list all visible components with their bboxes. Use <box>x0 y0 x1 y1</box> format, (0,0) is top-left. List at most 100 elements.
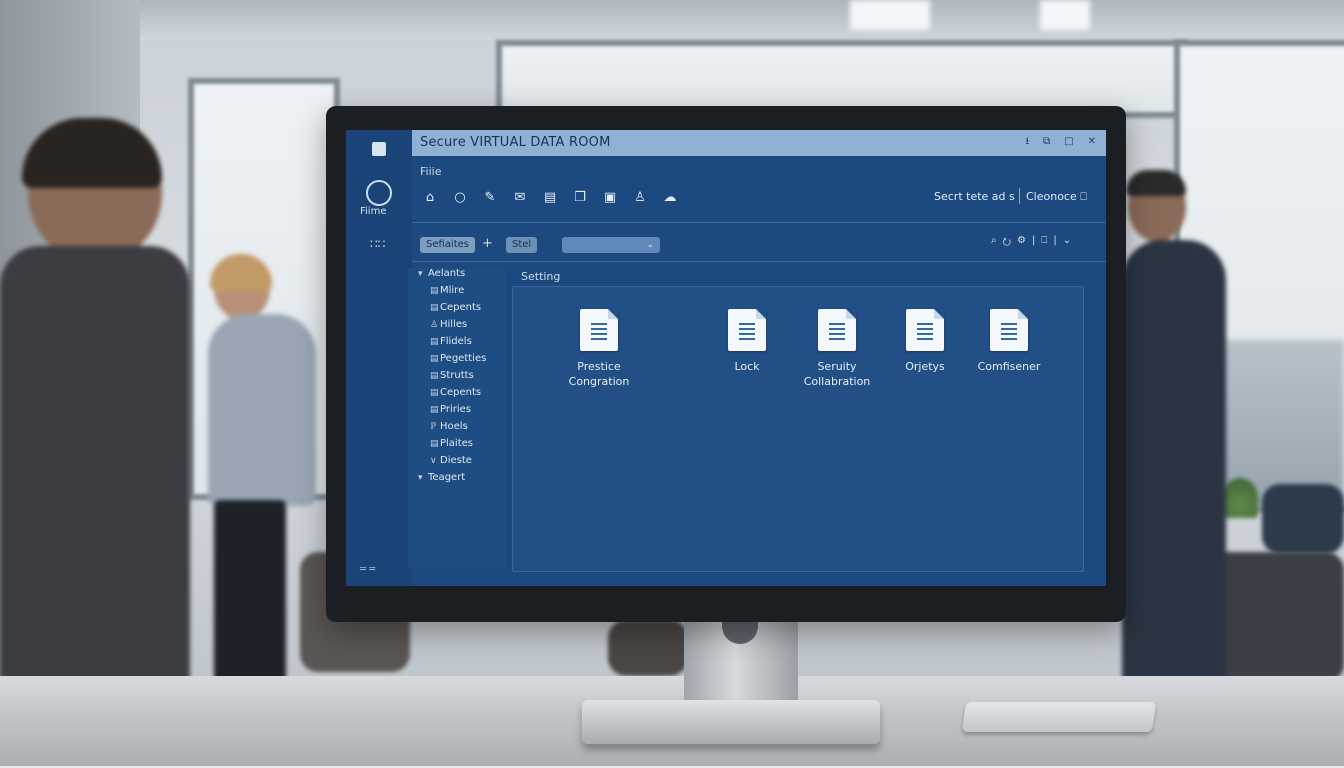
tree-item-icon: ▤ <box>430 439 439 449</box>
tree-item[interactable]: ▤Mlire <box>430 285 464 296</box>
collapse-icon[interactable]: ═ ═ <box>360 564 375 575</box>
view-icon[interactable]: ⎕ <box>1041 235 1047 252</box>
restore-icon[interactable]: ⧉ <box>1043 136 1050 148</box>
tree-item-label: Teagert <box>428 472 466 483</box>
tree-item-icon: ▤ <box>430 405 439 415</box>
settings-icon[interactable]: ⚙ <box>1017 235 1026 252</box>
tree-item-icon: ∨ <box>430 456 437 466</box>
document-icon[interactable]: ▤ <box>542 190 558 206</box>
left-rail: Fiime ∷∷ ═ ═ <box>346 130 412 586</box>
tree-item-icon: ▤ <box>430 354 439 364</box>
separator: | <box>1032 235 1036 246</box>
message-icon[interactable]: ✉ <box>512 190 528 206</box>
tree-item[interactable]: ∨ Dieste <box>430 455 472 466</box>
window-title: Secure VIRTUAL DATA ROOM <box>420 135 611 150</box>
copy-icon[interactable]: ❐ <box>572 190 588 206</box>
license-link[interactable]: Cleonoce ⎕ <box>1026 190 1087 204</box>
upload-icon[interactable]: ⭳ <box>1026 136 1030 148</box>
filter-select[interactable]: ⌄ <box>562 237 660 253</box>
tree-item-label: Strutts <box>440 370 474 381</box>
maximize-icon[interactable]: □ <box>1064 136 1073 148</box>
monitor-screen: Fiime ∷∷ ═ ═ Secure VIRTUAL DATA ROOM ⭳ … <box>346 130 1106 586</box>
tree-item-label: Cepents <box>440 387 482 398</box>
file-name: Prestice Congration <box>568 360 630 388</box>
tree-item-icon: ▤ <box>430 337 439 347</box>
document-icon <box>580 309 618 351</box>
view-controls: ⌕ ⭮ ⚙ | ⎕ | ⌄ <box>991 235 1071 252</box>
user-icon[interactable]: ♙ <box>632 190 648 206</box>
file-item[interactable]: Comfisener <box>959 309 1059 374</box>
tree-item[interactable]: ▾ Teagert <box>418 472 465 483</box>
tree-item[interactable]: ℙ Hoels <box>430 421 468 432</box>
filter-chip-2[interactable]: Stel <box>506 237 538 253</box>
chair <box>1262 484 1344 554</box>
toolbar: ⌂ ○ ✎ ✉ ▤ ❐ ▣ ♙ ☁ <box>422 190 678 206</box>
tree-item[interactable]: ▤Pegetties <box>430 353 486 364</box>
divider <box>412 261 1106 262</box>
dashboard-icon[interactable] <box>366 180 392 206</box>
folder-icon[interactable]: ▣ <box>602 190 618 206</box>
tree-item[interactable]: ▾ Aelants <box>418 268 465 279</box>
share-icon[interactable]: ⭮ <box>1003 235 1011 252</box>
phone <box>961 702 1157 732</box>
tree-item[interactable]: ♙ Hilles <box>430 319 467 330</box>
breadcrumb[interactable]: Fiiie <box>420 165 441 178</box>
section-label: Setting <box>521 270 561 283</box>
home-icon[interactable]: ⌂ <box>422 190 438 206</box>
file-name: Comfisener <box>977 360 1041 373</box>
monitor-base <box>582 700 880 744</box>
search-icon[interactable]: ⌕ <box>991 235 997 252</box>
rail-home-label[interactable]: Fiime <box>360 206 386 217</box>
divider <box>1019 188 1020 204</box>
chevron-down-icon[interactable]: ⌄ <box>1063 235 1071 252</box>
edit-icon[interactable]: ✎ <box>482 190 498 206</box>
document-icon <box>990 309 1028 351</box>
file-name: Lock <box>734 360 760 373</box>
tree-item-label: Pegetties <box>440 353 487 364</box>
window-controls: ⭳ ⧉ □ ✕ <box>1026 136 1096 148</box>
tree-item[interactable]: ▤Flidels <box>430 336 472 347</box>
tree-item-icon: ▤ <box>430 388 439 398</box>
tree-item-icon: ▤ <box>430 303 439 313</box>
tree-item[interactable]: ▤Priries <box>430 404 471 415</box>
tree-item-label: Dieste <box>440 455 472 466</box>
tree-item-icon: ℙ <box>430 422 437 432</box>
tree-item-label: Hilles <box>440 319 468 330</box>
tree-item-icon: ▤ <box>430 286 439 296</box>
cloud-icon[interactable]: ☁ <box>662 190 678 206</box>
tree-item-label: Flidels <box>440 336 472 347</box>
file-pane: Prestice Congration Lock Seruity Collabrat… <box>512 286 1084 572</box>
document-icon <box>818 309 856 351</box>
tree-item-label: Aelants <box>428 268 466 279</box>
document-icon <box>906 309 944 351</box>
grid-icon[interactable]: ∷∷ <box>370 237 385 251</box>
filter-chip[interactable]: Sefiaites <box>420 237 475 253</box>
chair <box>608 620 688 676</box>
close-icon[interactable]: ✕ <box>1088 136 1096 148</box>
tree-item-label: Priries <box>440 404 471 415</box>
tree-item[interactable]: ▤Plaites <box>430 438 473 449</box>
add-filter-button[interactable]: + <box>482 236 493 251</box>
tree-item[interactable]: ▤Cepents <box>430 302 481 313</box>
tree-item[interactable]: ▤Strutts <box>430 370 474 381</box>
file-item[interactable]: Seruity Collabration <box>787 309 887 389</box>
circle-icon[interactable]: ○ <box>452 190 468 206</box>
plant <box>1222 478 1258 518</box>
window-titlebar: Secure VIRTUAL DATA ROOM ⭳ ⧉ □ ✕ <box>412 130 1106 156</box>
tree-item[interactable]: ▤Cepents <box>430 387 481 398</box>
security-status: Secrt tete ad s <box>934 190 1015 203</box>
file-item[interactable]: Prestice Congration <box>549 309 649 389</box>
document-icon <box>728 309 766 351</box>
tree-item-label: Hoels <box>440 421 468 432</box>
ceiling-light <box>1040 0 1090 30</box>
tree-item-label: Cepents <box>440 302 482 313</box>
tree-item-icon: ▤ <box>430 371 439 381</box>
tree-item-label: Plaites <box>440 438 473 449</box>
folder-tree: ▾ Aelants ▤Mlire ▤Cepents ♙ Hilles ▤Flidel… <box>408 268 506 568</box>
divider <box>412 222 1106 223</box>
file-item[interactable]: Lock <box>697 309 797 374</box>
separator: | <box>1053 235 1057 246</box>
file-name: Seruity Collabration <box>803 360 871 388</box>
tree-item-label: Mlire <box>440 285 465 296</box>
ceiling <box>0 0 1344 40</box>
